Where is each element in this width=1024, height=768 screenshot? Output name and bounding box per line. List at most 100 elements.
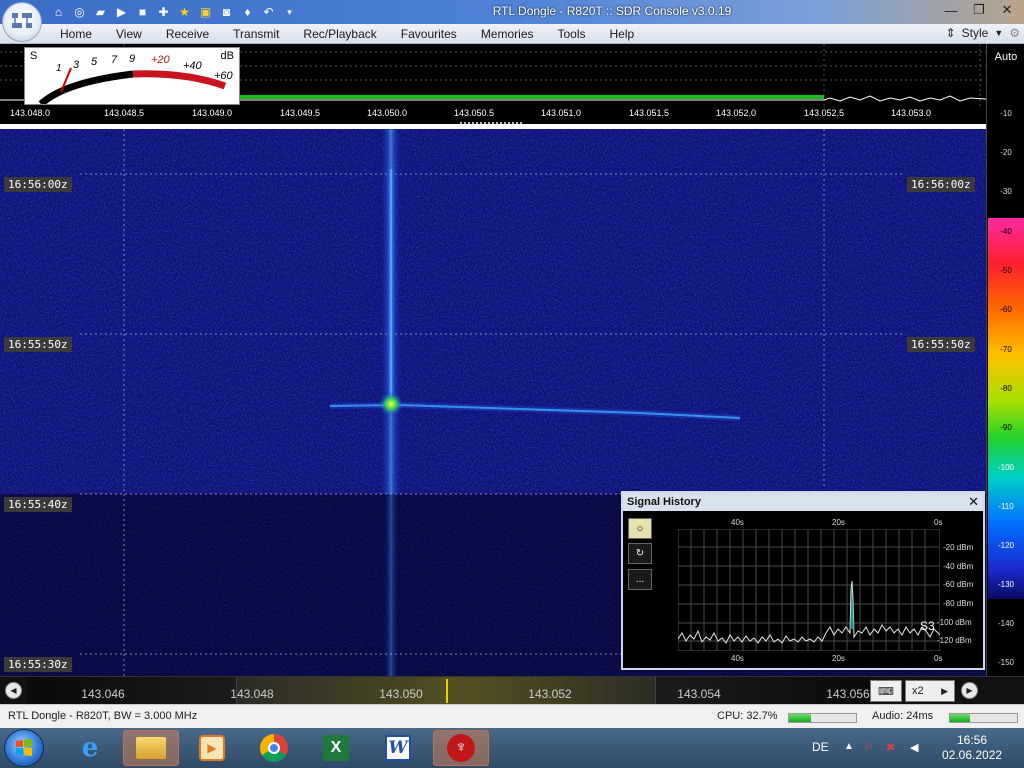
taskbar-explorer[interactable] — [123, 730, 179, 766]
signal-history-more-button[interactable]: ... — [628, 569, 652, 590]
waterfall-time-label: 16:55:50z — [907, 337, 975, 352]
sh-top-axis-label: 20s — [832, 518, 845, 527]
freq-tick: 143.049.0 — [191, 108, 233, 118]
colorbar-tick: -40 — [1000, 227, 1012, 236]
sort-icon[interactable]: ⇕ — [946, 26, 956, 40]
menu-help[interactable]: Help — [598, 27, 647, 41]
refresh-icon: ↻ — [635, 548, 645, 559]
freq-tick: 143.053.0 — [890, 108, 932, 118]
audio-status: Audio: 24ms — [872, 710, 934, 722]
db-tick: -140 — [997, 619, 1014, 628]
keyboard-icon: ⌨ — [878, 685, 894, 698]
close-button[interactable]: ✕ — [994, 0, 1020, 20]
db-scale[interactable]: Auto -10 -20 -30 -40 -50 -60 -70 -80 -90… — [986, 44, 1024, 676]
menu-view[interactable]: View — [104, 27, 154, 41]
frequency-scroll-bar[interactable]: ◀ 143.046 143.048 143.050 143.052 143.05… — [0, 676, 1024, 704]
sh-bottom-axis-label: 20s — [832, 654, 845, 663]
menu-memories[interactable]: Memories — [469, 27, 546, 41]
gear-icon[interactable]: ⚙ — [1009, 26, 1020, 40]
zoom-button[interactable]: x2 ▶ — [905, 680, 955, 702]
tray-expand-icon[interactable]: ▲ — [844, 741, 854, 752]
style-area: ⇕ Style ▼ ⚙ — [946, 26, 1020, 40]
colorbar-tick: -60 — [1000, 305, 1012, 314]
chevron-down-icon[interactable]: ▼ — [994, 28, 1003, 38]
device-status: RTL Dongle - R820T, BW = 3.000 MHz — [8, 710, 198, 722]
taskbar-sdr-console[interactable]: ♆ — [433, 730, 489, 766]
folder-icon — [136, 737, 166, 759]
s-meter-scale-3: 3 — [73, 59, 80, 71]
freq-tick: 143.049.5 — [279, 108, 321, 118]
signal-history-header[interactable]: Signal History ✕ — [623, 493, 983, 511]
system-clock[interactable]: 16:56 02.06.2022 — [942, 733, 1002, 763]
start-button[interactable] — [4, 729, 44, 767]
scroll-freq-label: 143.046 — [81, 687, 125, 701]
freq-tick: 143.048.0 — [9, 108, 51, 118]
colorbar-tick: -120 — [997, 541, 1014, 550]
windows-taskbar: e ▶ X W ♆ DE ▲ ⚐ ✖ ◀ 16:56 02.06.2022 — [0, 728, 1024, 768]
language-indicator[interactable]: DE — [812, 740, 829, 754]
menu-items: Home View Receive Transmit Rec/Playback Favou… — [48, 27, 646, 41]
waterfall-colorbar[interactable]: -40 -50 -60 -70 -80 -90 -100 -110 -120 -… — [988, 218, 1024, 599]
cpu-meter-fill — [789, 714, 811, 722]
auto-scale-button[interactable]: Auto — [987, 51, 1024, 63]
sh-bottom-axis-label: 0s — [934, 654, 943, 663]
tray-volume-icon[interactable]: ◀ — [910, 741, 918, 754]
menu-tools[interactable]: Tools — [546, 27, 598, 41]
tray-security-icon[interactable]: ⚐ — [864, 741, 874, 754]
freq-tick: 143.050.0 — [366, 108, 408, 118]
menu-transmit[interactable]: Transmit — [221, 27, 291, 41]
internet-explorer-icon: e — [81, 733, 99, 763]
freq-tick: 143.051.5 — [628, 108, 670, 118]
taskbar-word[interactable]: W — [370, 730, 426, 766]
taskbar-excel[interactable]: X — [308, 730, 364, 766]
chrome-center — [268, 742, 280, 754]
signal-history-chart — [678, 529, 940, 651]
scroll-freq-label: 143.052 — [528, 687, 572, 701]
word-icon: W — [385, 735, 411, 761]
scroll-freq-label: 143.050 — [379, 687, 423, 701]
s-meter-scale-7: 7 — [111, 54, 118, 66]
circle-icon: ○ — [636, 522, 644, 535]
menu-receive[interactable]: Receive — [154, 27, 221, 41]
signal-history-record-button[interactable]: ○ — [628, 518, 652, 539]
colorbar-tick: -110 — [998, 502, 1014, 511]
s-meter-scale-plus40: +40 — [183, 60, 202, 72]
sh-dbm-tick: -20 dBm — [943, 543, 974, 552]
s-meter-scale-5: 5 — [91, 56, 98, 68]
audio-meter — [949, 713, 1018, 723]
signal-history-close-button[interactable]: ✕ — [968, 494, 979, 510]
taskbar-internet-explorer[interactable]: e — [62, 730, 118, 766]
taskbar-media-player[interactable]: ▶ — [184, 730, 240, 766]
signal-history-reset-button[interactable]: ↻ — [628, 543, 652, 564]
freq-tick: 143.050.5 — [453, 108, 495, 118]
waterfall-time-label: 16:56:00z — [907, 177, 975, 192]
waterfall-time-label: 16:55:40z — [4, 497, 72, 512]
minimize-button[interactable]: — — [938, 0, 964, 20]
colorbar-tick: -100 — [997, 463, 1014, 472]
colorbar-tick: -80 — [1000, 384, 1012, 393]
fast-forward-icon: ▶ — [966, 686, 973, 695]
center-marker — [446, 679, 448, 703]
tray-network-icon[interactable]: ✖ — [886, 741, 895, 754]
colorbar-tick: -50 — [1000, 266, 1012, 275]
sh-dbm-tick: -120 dBm — [937, 636, 972, 645]
style-menu[interactable]: Style — [962, 26, 989, 40]
app-logo-icon — [12, 13, 32, 28]
menu-favourites[interactable]: Favourites — [389, 27, 469, 41]
taskbar-chrome[interactable] — [246, 730, 302, 766]
spectrum-display[interactable]: S dB 1 3 5 7 9 +20 +40 +60 143.048.0 143… — [0, 44, 986, 124]
zoom-label: x2 — [912, 685, 924, 697]
menu-home[interactable]: Home — [48, 27, 104, 41]
app-menu-orb[interactable] — [2, 2, 42, 42]
waterfall-time-label: 16:56:00z — [4, 177, 72, 192]
scroll-left-button[interactable]: ◀ — [5, 682, 22, 699]
restore-button[interactable]: ❐ — [966, 0, 992, 20]
scroll-right-button[interactable]: ▶ — [961, 682, 978, 699]
clock-time: 16:56 — [956, 733, 988, 747]
menu-rec-playback[interactable]: Rec/Playback — [291, 27, 388, 41]
s-value-label: S3 — [920, 619, 935, 633]
windows-logo-icon — [16, 739, 32, 756]
keyboard-button[interactable]: ⌨ — [870, 680, 902, 702]
clock-date: 02.06.2022 — [942, 748, 1003, 762]
media-player-icon: ▶ — [199, 735, 225, 761]
